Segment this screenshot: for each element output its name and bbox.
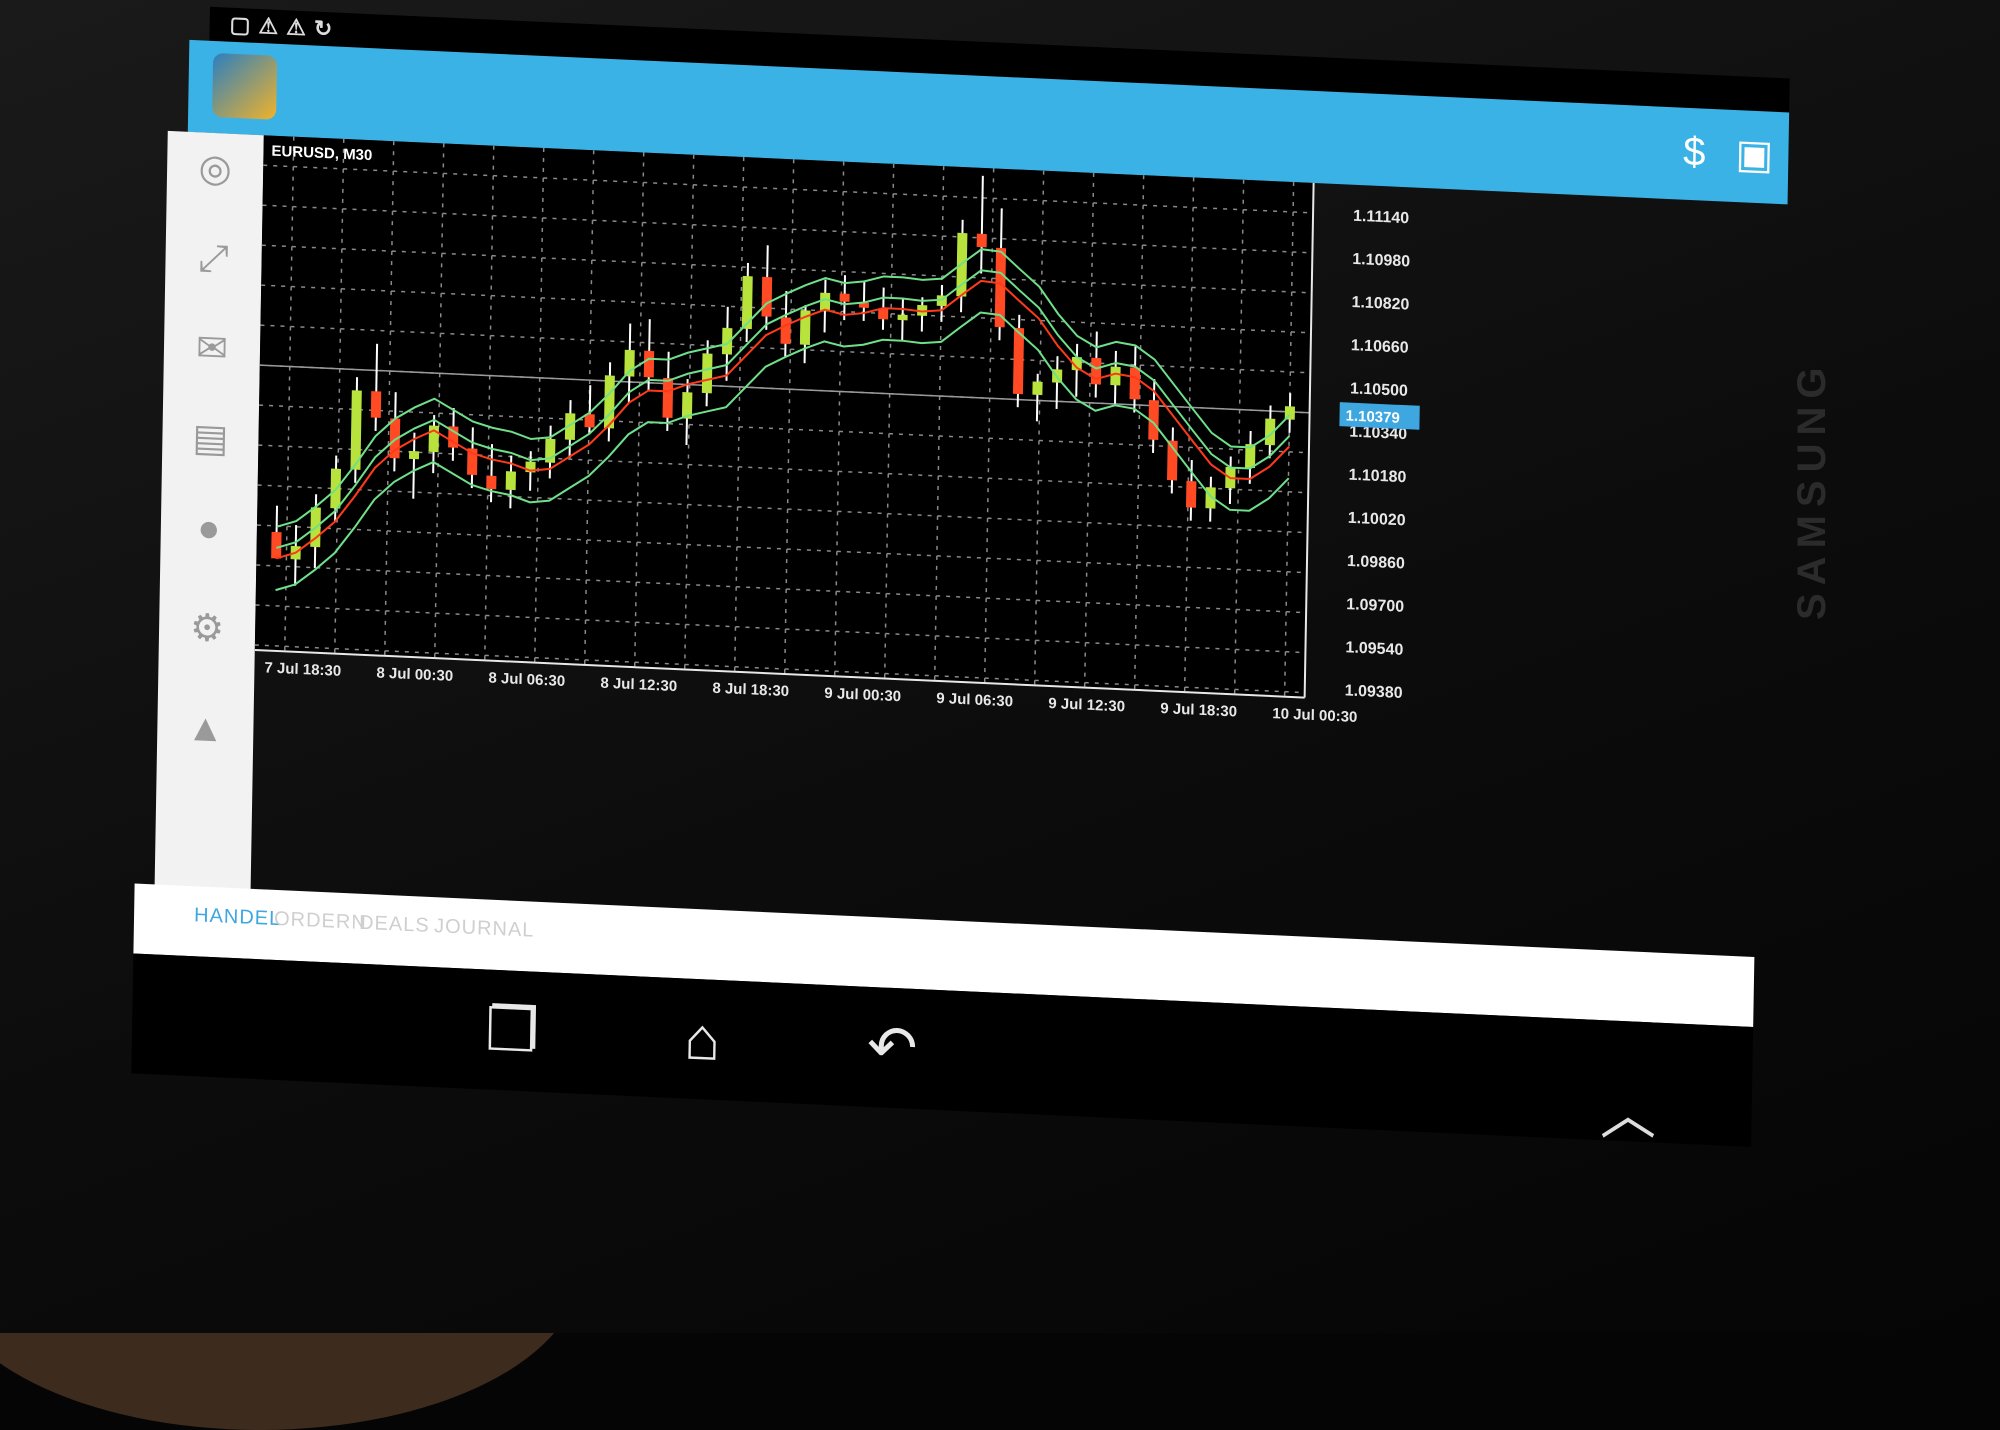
candlestick-chart[interactable]: 1.11140 1.10980 1.10820 1.10660 1.10500 1.103… — [250, 135, 1793, 974]
mail-icon[interactable]: ✉ — [186, 322, 239, 376]
candle-body — [1110, 366, 1121, 386]
tablet-screen: ▢ ⚠ ⚠ ↻ $ ▣ ◎ ⤢ ✉ ▤ ● ⚙ ▲ 1.11140 1.10980… — [41, 0, 1820, 1159]
warning-icon: ⚠ — [258, 13, 279, 39]
y-tick-label: 1.10020 — [1348, 510, 1406, 530]
candle-body — [976, 233, 987, 248]
x-tick-label: 8 Jul 00:30 — [376, 664, 453, 684]
candle-body — [839, 293, 850, 302]
candle-body — [1032, 381, 1043, 396]
y-tick-label: 1.10500 — [1350, 380, 1408, 400]
recent-apps-icon[interactable]: ❐ — [472, 989, 553, 1073]
x-tick-label: 9 Jul 18:30 — [1160, 700, 1237, 720]
home-icon[interactable]: ⌂ — [662, 998, 743, 1082]
back-icon[interactable]: ↶ — [852, 1006, 933, 1090]
candle-body — [370, 391, 382, 418]
candle-body — [486, 475, 497, 490]
candle-body — [741, 275, 753, 330]
candle-body — [271, 531, 282, 559]
x-tick-label: 8 Jul 12:30 — [600, 675, 677, 695]
tablet-body: SAMSUNG ▢ ⚠ ⚠ ↻ $ ▣ ◎ ⤢ ✉ ▤ ● ⚙ ▲ 1.1114… — [0, 0, 2000, 1333]
new-order-icon[interactable]: ▣ — [1728, 128, 1781, 182]
candle-body — [819, 292, 831, 312]
y-tick-label: 1.10980 — [1352, 251, 1410, 271]
y-tick-label: 1.09700 — [1346, 596, 1404, 616]
candle-wick — [412, 432, 416, 499]
x-tick-label: 9 Jul 00:30 — [824, 685, 901, 705]
y-tick-label: 1.10180 — [1348, 467, 1406, 487]
y-tick-label: 1.09540 — [1345, 639, 1403, 659]
y-tick-label: 1.10660 — [1351, 337, 1409, 357]
candle-body — [1012, 327, 1025, 395]
settings-icon[interactable]: ⚙ — [181, 602, 234, 656]
y-tick-label: 1.10820 — [1351, 294, 1409, 314]
candle-wick — [862, 281, 866, 322]
candle-body — [643, 350, 655, 378]
candle-body — [897, 314, 908, 321]
x-tick-label: 9 Jul 12:30 — [1048, 695, 1125, 715]
warning-icon: ⚠ — [285, 14, 307, 41]
sync-icon: ↻ — [313, 15, 333, 42]
tab-handel[interactable]: HANDEL — [194, 904, 282, 931]
news-icon[interactable]: ▤ — [184, 412, 237, 466]
chat-icon[interactable]: ● — [182, 502, 235, 556]
quotes-icon[interactable]: ◎ — [189, 142, 242, 196]
candle-body — [408, 450, 420, 460]
chart-tools-icon[interactable]: ⤢ — [187, 232, 240, 286]
candle-body — [1090, 357, 1102, 385]
candle-body — [662, 377, 674, 418]
candle-wick — [490, 444, 494, 503]
chevron-up-icon[interactable]: ︿ — [1600, 1070, 1656, 1151]
y-tick-label: 1.09380 — [1345, 682, 1403, 702]
price-chart[interactable]: 1.11140 1.10980 1.10820 1.10660 1.10500 1.103… — [250, 135, 1793, 974]
x-tick-label: 8 Jul 06:30 — [488, 670, 565, 690]
currency-exchange-icon[interactable]: $ — [1668, 125, 1721, 179]
candle-body — [1129, 367, 1141, 400]
y-tick-label: 1.11140 — [1353, 208, 1409, 228]
candle-wick — [1035, 373, 1039, 422]
tab-deals[interactable]: DEALS — [359, 912, 430, 938]
candle-body — [1185, 480, 1197, 508]
x-tick-label: 7 Jul 18:30 — [264, 659, 341, 679]
current-price-label: 1.10379 — [1345, 407, 1400, 426]
candle-body — [624, 349, 635, 377]
x-tick-label: 8 Jul 18:30 — [712, 680, 789, 700]
metatrader-app-icon[interactable] — [212, 52, 278, 120]
candle-body — [780, 317, 791, 345]
left-sidebar: ◎ ⤢ ✉ ▤ ● ⚙ ▲ — [154, 130, 264, 905]
tab-journal[interactable]: JOURNAL — [434, 915, 535, 943]
candle-body — [505, 471, 516, 491]
notification-icon: ▢ — [229, 11, 251, 38]
candle-body — [701, 353, 713, 394]
candle-body — [761, 276, 773, 317]
x-tick-label: 10 Jul 00:30 — [1272, 705, 1357, 726]
x-tick-label: 9 Jul 06:30 — [936, 690, 1013, 710]
tab-ordern[interactable]: ORDERN — [274, 908, 367, 935]
y-tick-label: 1.09860 — [1347, 553, 1405, 573]
signals-icon[interactable]: ▲ — [179, 702, 232, 756]
